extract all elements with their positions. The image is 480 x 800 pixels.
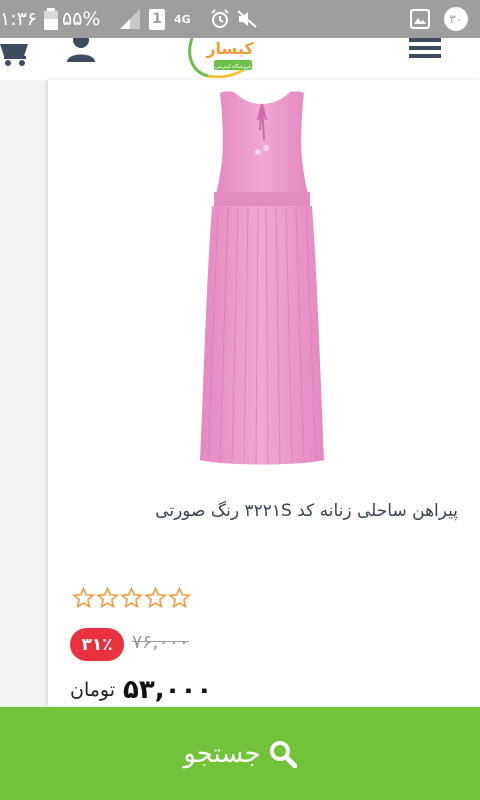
alarm-icon [210,0,230,38]
new-price: ۵۳,۰۰۰ [123,675,213,705]
star-outline-icon [120,586,143,609]
battery-percent: ۵۵% [62,8,101,30]
star-outline-icon [168,586,191,609]
status-bar: ۱:۳۶ ۵۵% 1 4G ۳۰ [0,0,480,38]
search-icon [269,740,297,768]
page-content: پیراهن ساحلی زنانه کد ۳۲۲۱S رنگ صورتی ۳۱… [0,80,480,707]
user-icon[interactable] [66,32,96,62]
discount-badge: ۳۱٪ [70,628,124,661]
price-row: تومان ۵۳,۰۰۰ [70,672,212,708]
mute-icon [236,0,258,38]
product-title[interactable]: پیراهن ساحلی زنانه کد ۳۲۲۱S رنگ صورتی [58,501,458,521]
notification-badge: ۳۰ [444,0,468,38]
star-outline-icon [144,586,167,609]
star-outline-icon [96,586,119,609]
battery-icon [44,0,58,38]
clock: ۱:۳۶ [0,8,38,30]
menu-icon[interactable] [409,38,441,58]
app-header: کیسار فروشگاه اینترنتی [0,32,480,80]
cart-icon[interactable] [0,38,32,66]
old-price: ۷۶,۰۰۰ [132,631,190,653]
rating-stars [72,586,191,612]
sim-slot-number: 1 [149,8,165,30]
notification-count: ۳۰ [444,7,468,31]
currency-label: تومان [70,679,116,701]
store-logo[interactable]: کیسار فروشگاه اینترنتی [186,37,268,79]
product-image[interactable] [200,90,324,468]
gallery-icon [410,0,430,38]
product-card[interactable]: پیراهن ساحلی زنانه کد ۳۲۲۱S رنگ صورتی ۳۱… [48,80,480,707]
search-button[interactable]: جستجو [0,707,480,800]
star-outline-icon [72,586,95,609]
signal-icon [120,0,142,38]
sim-slot-icon: 1 [149,0,165,38]
svg-text:کیسار: کیسار [205,39,254,58]
network-type: 4G [174,12,191,26]
svg-text:فروشگاه اینترنتی: فروشگاه اینترنتی [215,63,251,70]
search-label: جستجو [183,738,261,769]
